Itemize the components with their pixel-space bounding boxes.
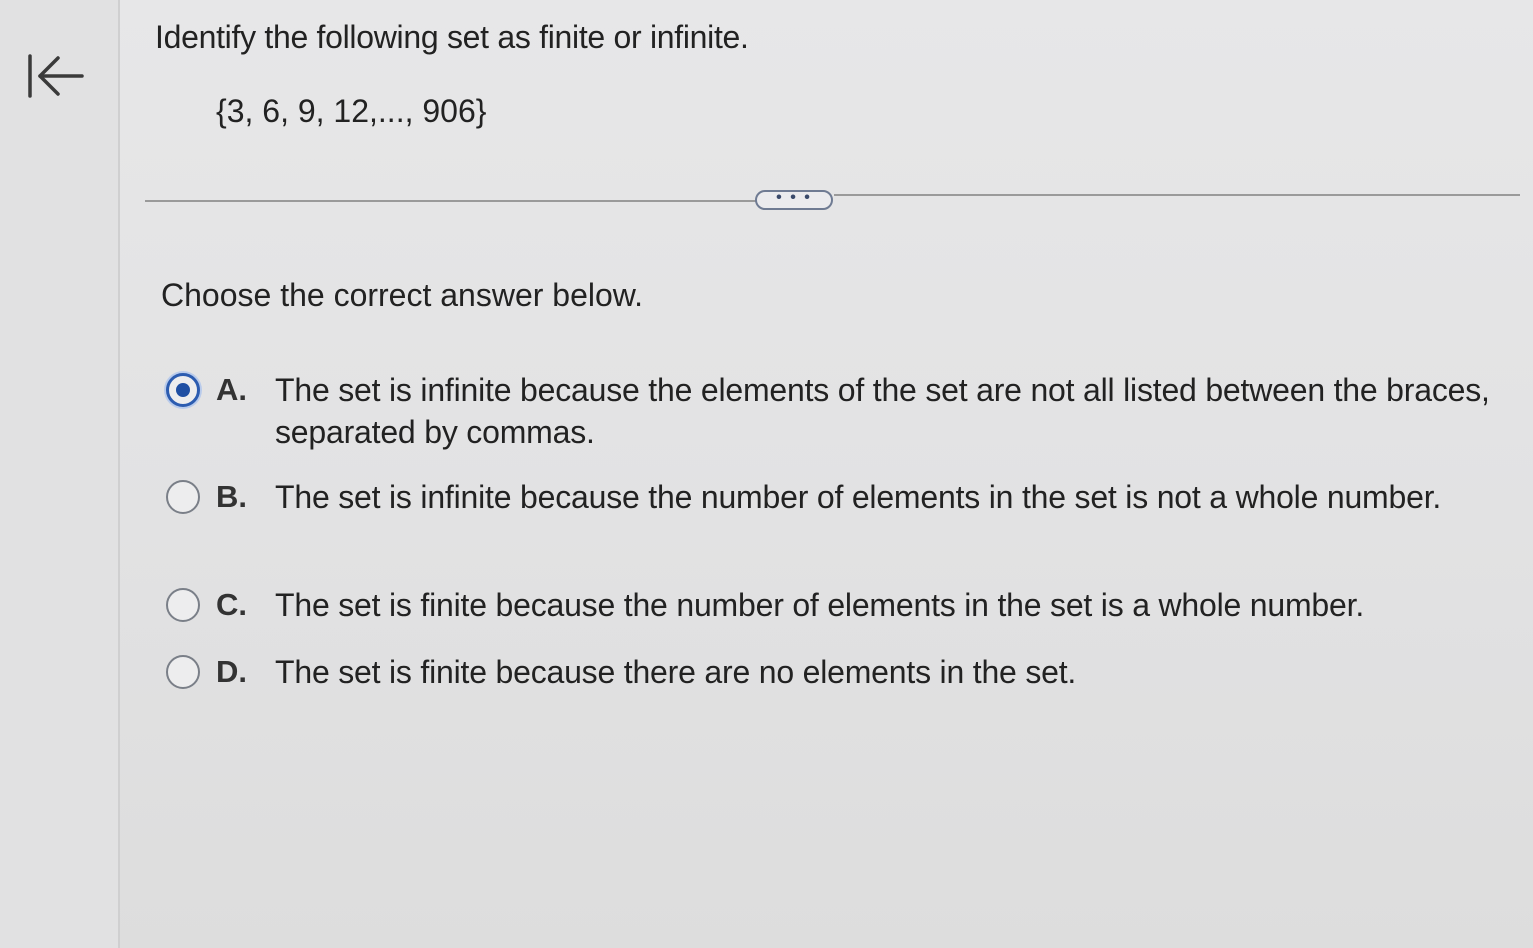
option-letter: D. [216,654,247,689]
radio-button[interactable] [166,655,200,689]
expand-more-button[interactable]: • • • [755,190,833,210]
option-letter: A. [216,372,247,407]
divider-left [145,200,757,202]
sidebar [0,0,120,948]
instruction-text: Choose the correct answer below. [161,277,644,313]
back-to-start-button[interactable] [26,52,86,100]
option-text: The set is infinite because the number o… [275,479,1442,515]
set-expression: {3, 6, 9, 12,..., 906} [216,93,487,129]
question-page: Identify the following set as finite or … [0,0,1533,948]
divider-right [834,194,1520,196]
option-letter: B. [216,479,247,514]
option-text: The set is finite because there are no e… [275,654,1077,690]
back-to-start-arrow-icon [28,54,84,98]
answer-option-a[interactable]: A. The set is infinite because the eleme… [164,369,1504,455]
answer-option-b[interactable]: B. The set is infinite because the numbe… [164,476,1504,520]
option-text: The set is finite because the number of … [275,587,1365,623]
question-title: Identify the following set as finite or … [155,19,749,55]
radio-button[interactable] [166,588,200,622]
option-letter: C. [216,587,247,622]
radio-button-selected[interactable] [166,373,200,407]
answer-option-c[interactable]: C. The set is finite because the number … [164,584,1504,628]
radio-button[interactable] [166,480,200,514]
answer-option-d[interactable]: D. The set is finite because there are n… [164,651,1504,695]
option-text: The set is infinite because the elements… [275,372,1490,450]
